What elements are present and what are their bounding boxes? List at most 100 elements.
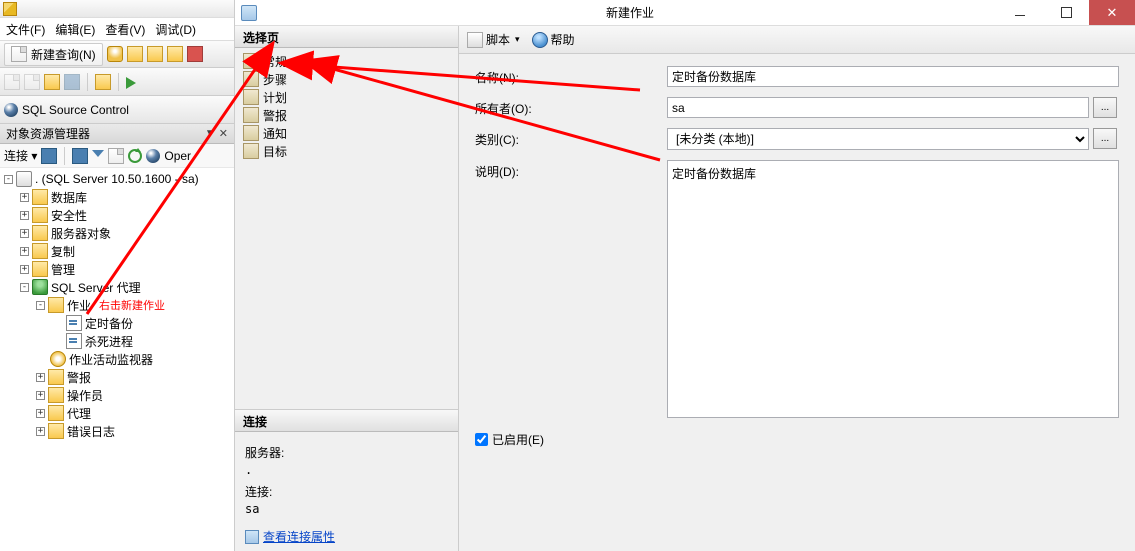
tree-job-item[interactable]: 杀死进程 <box>0 332 234 350</box>
page-label: 步骤 <box>263 71 287 88</box>
menu-debug[interactable]: 调试(D) <box>155 21 196 38</box>
folder-icon <box>48 423 64 439</box>
tree-sql-agent[interactable]: - SQL Server 代理 <box>0 278 234 296</box>
node-label: SQL Server 代理 <box>51 279 141 296</box>
expand-icon[interactable]: + <box>20 265 29 274</box>
expand-icon[interactable]: + <box>20 211 29 220</box>
node-label: 代理 <box>67 405 91 422</box>
separator <box>64 147 65 165</box>
ssms-panel: 文件(F) 编辑(E) 查看(V) 调试(D) 新建查询(N) <box>0 0 235 551</box>
tree-activity-monitor[interactable]: 作业活动监视器 <box>0 350 234 368</box>
page-steps[interactable]: 步骤 <box>239 70 454 88</box>
view-connection-props-link[interactable]: 查看连接属性 <box>245 528 448 545</box>
red-icon[interactable] <box>187 46 203 62</box>
tree-server-node[interactable]: - . (SQL Server 10.50.1600 - sa) <box>0 170 234 188</box>
name-label: 名称(N): <box>475 66 667 86</box>
execute-icon[interactable] <box>126 77 136 89</box>
folder-icon-3[interactable] <box>167 46 183 62</box>
select-page-panel: 选择页 常规 步骤 计划 警报 通知 目标 连接 服务器: . 连接: sa <box>235 26 459 551</box>
sql-source-label[interactable]: SQL Source Control <box>22 103 129 117</box>
tool-icon[interactable] <box>72 148 88 164</box>
open-icon[interactable] <box>44 74 60 90</box>
folder-icon <box>48 405 64 421</box>
expand-icon[interactable]: + <box>20 193 29 202</box>
tree-operators[interactable]: + 操作员 <box>0 386 234 404</box>
collapse-icon[interactable]: - <box>4 175 13 184</box>
sql-source-icon <box>4 103 18 117</box>
menu-view[interactable]: 查看(V) <box>105 21 145 38</box>
name-input[interactable] <box>667 66 1119 87</box>
tree-server-objects[interactable]: + 服务器对象 <box>0 224 234 242</box>
node-label: 管理 <box>51 261 75 278</box>
server-value: . <box>245 463 448 477</box>
connect-dropdown[interactable]: 连接 ▾ <box>4 147 37 164</box>
page-alerts[interactable]: 警报 <box>239 106 454 124</box>
tree-error-logs[interactable]: + 错误日志 <box>0 422 234 440</box>
object-explorer-title: 对象资源管理器 <box>6 125 90 142</box>
form-panel: 脚本 帮助 名称(N): 所有者(O): ... 类别( <box>459 26 1135 551</box>
help-label: 帮助 <box>551 31 575 48</box>
object-explorer-tree[interactable]: - . (SQL Server 10.50.1600 - sa) + 数据库 +… <box>0 168 234 551</box>
select-page-list: 常规 步骤 计划 警报 通知 目标 <box>235 48 458 409</box>
tree-databases[interactable]: + 数据库 <box>0 188 234 206</box>
tree-jobs[interactable]: - 作业 右击新建作业 <box>0 296 234 314</box>
job-icon <box>66 315 82 331</box>
node-label: 错误日志 <box>67 423 115 440</box>
expand-icon[interactable]: + <box>36 409 45 418</box>
category-select[interactable]: [未分类 (本地)] <box>667 128 1089 150</box>
connect-icon[interactable] <box>41 148 57 164</box>
page-icon[interactable] <box>108 148 124 164</box>
tree-security[interactable]: + 安全性 <box>0 206 234 224</box>
script-dropdown[interactable]: 脚本 <box>467 31 520 48</box>
tree-replication[interactable]: + 复制 <box>0 242 234 260</box>
dropdown-icon[interactable]: ▼ <box>205 128 215 139</box>
save-icon <box>64 74 80 90</box>
maximize-button[interactable] <box>1043 0 1089 25</box>
menu-edit[interactable]: 编辑(E) <box>55 21 95 38</box>
menu-file[interactable]: 文件(F) <box>6 21 45 38</box>
close-icon[interactable]: ✕ <box>219 127 228 140</box>
db-icon[interactable] <box>107 46 123 62</box>
folder-icon[interactable] <box>127 46 143 62</box>
page-targets[interactable]: 目标 <box>239 142 454 160</box>
minimize-button[interactable] <box>997 0 1043 25</box>
collapse-icon[interactable]: - <box>20 283 29 292</box>
category-browse-button[interactable]: ... <box>1093 128 1117 149</box>
page-notifications[interactable]: 通知 <box>239 124 454 142</box>
enabled-checkbox[interactable] <box>475 433 488 446</box>
node-label: 复制 <box>51 243 75 260</box>
node-label: 警报 <box>67 369 91 386</box>
expand-icon[interactable]: + <box>36 427 45 436</box>
expand-icon[interactable]: + <box>20 229 29 238</box>
filter-icon[interactable] <box>92 150 104 162</box>
collapse-icon[interactable]: - <box>36 301 45 310</box>
refresh-icon[interactable] <box>128 149 142 163</box>
node-label: 杀死进程 <box>85 333 133 350</box>
page-schedules[interactable]: 计划 <box>239 88 454 106</box>
folder-icon-2[interactable] <box>147 46 163 62</box>
link-label: 查看连接属性 <box>263 528 335 545</box>
page-label: 计划 <box>263 89 287 106</box>
expand-icon[interactable]: + <box>20 247 29 256</box>
open-label[interactable]: Oper <box>164 149 191 163</box>
tree-job-item[interactable]: 定时备份 <box>0 314 234 332</box>
page-icon <box>243 107 259 123</box>
tree-proxies[interactable]: + 代理 <box>0 404 234 422</box>
node-label: 操作员 <box>67 387 103 404</box>
new-query-button[interactable]: 新建查询(N) <box>4 43 103 66</box>
owner-input[interactable] <box>667 97 1089 118</box>
tree-alerts[interactable]: + 警报 <box>0 368 234 386</box>
close-button[interactable]: ✕ <box>1089 0 1135 25</box>
tree-management[interactable]: + 管理 <box>0 260 234 278</box>
ball-icon[interactable] <box>146 149 160 163</box>
form-toolbar: 脚本 帮助 <box>459 26 1135 54</box>
page-general[interactable]: 常规 <box>239 52 454 70</box>
toolbar-secondary <box>0 68 234 96</box>
expand-icon[interactable]: + <box>36 391 45 400</box>
expand-icon[interactable]: + <box>36 373 45 382</box>
desc-textarea[interactable] <box>667 160 1119 418</box>
help-button[interactable]: 帮助 <box>532 31 575 48</box>
owner-browse-button[interactable]: ... <box>1093 97 1117 118</box>
folder-icon <box>32 189 48 205</box>
folder-icon[interactable] <box>95 74 111 90</box>
